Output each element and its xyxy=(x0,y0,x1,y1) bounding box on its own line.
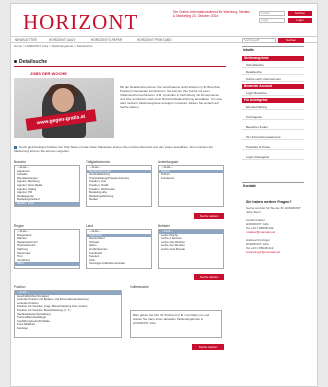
title-divider xyxy=(14,66,226,67)
header-search-input[interactable]: Suche xyxy=(259,11,285,16)
nav-item-epaper[interactable]: HORIZONT E-PAPER xyxy=(91,38,122,42)
sidebar-item-login-bewerber[interactable]: Login Bewerber xyxy=(242,90,304,96)
region-label: Region xyxy=(14,224,25,228)
site-header: HORIZONT Die Online-Informationsdienst f… xyxy=(11,4,317,36)
sidebar-item-kontingente[interactable]: Kontingente xyxy=(242,114,304,120)
land-label: Land xyxy=(86,224,94,228)
sidebar-heading-bewerber: Bewerber Account xyxy=(242,84,304,89)
sidebar-item-bewerber-finden[interactable]: Bewerber finden xyxy=(242,124,304,130)
header-search-button[interactable]: Suchen xyxy=(288,11,312,16)
sidebar-heading-inhalte: Inhalte xyxy=(242,46,304,52)
select-option[interactable]: Sonstige xyxy=(15,326,121,331)
contact-email-2[interactable]: a.krinzinger@manstein.at xyxy=(246,250,304,254)
header-login-button[interactable]: Login xyxy=(288,18,312,23)
select-option[interactable]: Medien, Infos xyxy=(15,201,79,206)
intro-text: Mit der Detailsuche können Sie verschied… xyxy=(120,85,223,109)
sidebar-item-schnellsuche[interactable]: Schnellsuche xyxy=(242,62,304,68)
position-label: Position xyxy=(14,285,26,289)
header-tagline: Die Online-Informationsdienst für Werbun… xyxy=(173,10,251,18)
volltext-input[interactable]: Bitte geben Sie hier Ihr Stichwort (z.B.… xyxy=(130,310,222,338)
hero-image: www.gegen-gratis.at xyxy=(14,78,114,138)
sidebar-search-button[interactable]: Suchen xyxy=(278,38,304,43)
volltext-label: Volltextsuche xyxy=(130,285,149,289)
sidebar-heading-arbeitgeber: Für Arbeitgeber xyxy=(242,98,304,103)
contact-intro: Gerne sind wir für Sie da. Ihr HORIZONT … xyxy=(246,206,301,214)
search-start-button-1[interactable]: Suche starten xyxy=(194,213,224,219)
branche-label: Branche xyxy=(14,160,26,164)
breadcrumb[interactable]: Home > HORIZONT Jobs > Stellenangebote >… xyxy=(14,44,92,48)
nav-item-print-abo[interactable]: HORIZONT PRINT-ABO xyxy=(137,38,172,42)
search-start-button-3[interactable]: Suche starten xyxy=(192,344,224,350)
sidebar-item-suche-unternehmen[interactable]: Suche nach Unternehmen xyxy=(242,76,304,82)
taetigkeit-select[interactable]: -- ALLE -- Beratung/Kontakt Geschäftsleitu… xyxy=(86,165,152,207)
select-option[interactable]: Medien xyxy=(87,198,151,202)
nav-item-newsletter[interactable]: NEWSLETTER xyxy=(15,38,37,42)
sidebar-heading-stellenangebote: Stellenangebote xyxy=(242,56,304,61)
jobs-of-week-title: JOBS DER WOCHE xyxy=(30,71,67,76)
bullet-icon xyxy=(14,60,17,64)
sidebar-item-detailsuche[interactable]: Detailsuche xyxy=(242,69,304,75)
taetigkeit-label: Tätigkeitsbereich xyxy=(86,160,111,164)
sidebar-heading-kontakt: Kontakt xyxy=(242,182,304,188)
contact-question: Sie haben weitere Fragen? xyxy=(246,200,292,204)
select-option[interactable]: Freelancer xyxy=(159,176,223,181)
header-login-input[interactable]: Login xyxy=(259,18,285,23)
sidebar-item-login-arbeitgeber[interactable]: Login Arbeitgeber xyxy=(242,154,304,160)
land-select[interactable]: -- ALLE -- Österreich Deutschland Schweiz It… xyxy=(86,229,152,269)
select-option[interactable]: Wien xyxy=(15,262,79,266)
sidebar-search-input[interactable]: Suchbegriff xyxy=(242,38,276,43)
search-start-button-2[interactable]: Suche starten xyxy=(194,274,224,280)
selection-note: Durch gleichzeitiges Drücken der Strg-Ta… xyxy=(14,145,224,153)
anstellungsart-select[interactable]: -- ALLE -- Vollzeit Teilzeit Freelancer xyxy=(158,165,224,207)
befristet-select[interactable]: -- ALLE -- Letzte Woche Letzte 2 Wochen Let… xyxy=(158,229,224,269)
sidebar-contact: Sie haben weitere Fragen? Gerne sind wir… xyxy=(246,200,304,254)
branche-select[interactable]: -- ALLE -- Agenturen Industrie Dienstleistu… xyxy=(14,165,80,207)
befristet-label: Befristet xyxy=(158,224,170,228)
select-option[interactable]: Letzte zwei Monate xyxy=(159,247,223,252)
position-select[interactable]: -- ALLE -- Geschäftsführer/Vorstand Leiten… xyxy=(14,290,122,338)
page-title-text: Detailsuche xyxy=(19,59,48,65)
select-option[interactable]: Vereinigte Arabische Emirate xyxy=(87,262,151,266)
sidebar-item-unternehmensaccount[interactable]: Ihr Unternehmensaccount xyxy=(242,134,304,140)
region-select[interactable]: -- ALLE -- Burgenland Kärnten Niederösterre… xyxy=(14,229,80,269)
anstellungsart-label: Anstellungsart xyxy=(158,160,179,164)
sidebar-item-produkte-preise[interactable]: Produkte & Preise xyxy=(242,144,304,150)
horizont-logo[interactable]: HORIZONT xyxy=(23,10,138,35)
page-title: Detailsuche xyxy=(14,59,47,65)
contact-email[interactable]: c.kaiser@manstein.at xyxy=(246,230,304,234)
nav-item-daily[interactable]: HORIZONT DAILY xyxy=(49,38,75,42)
selection-note-text: Durch gleichzeitiges Drücken der Strg-Ta… xyxy=(14,145,213,153)
hero-person-face xyxy=(52,88,74,112)
sidebar-item-einzelschaltung[interactable]: Einzelschaltung xyxy=(242,104,304,110)
